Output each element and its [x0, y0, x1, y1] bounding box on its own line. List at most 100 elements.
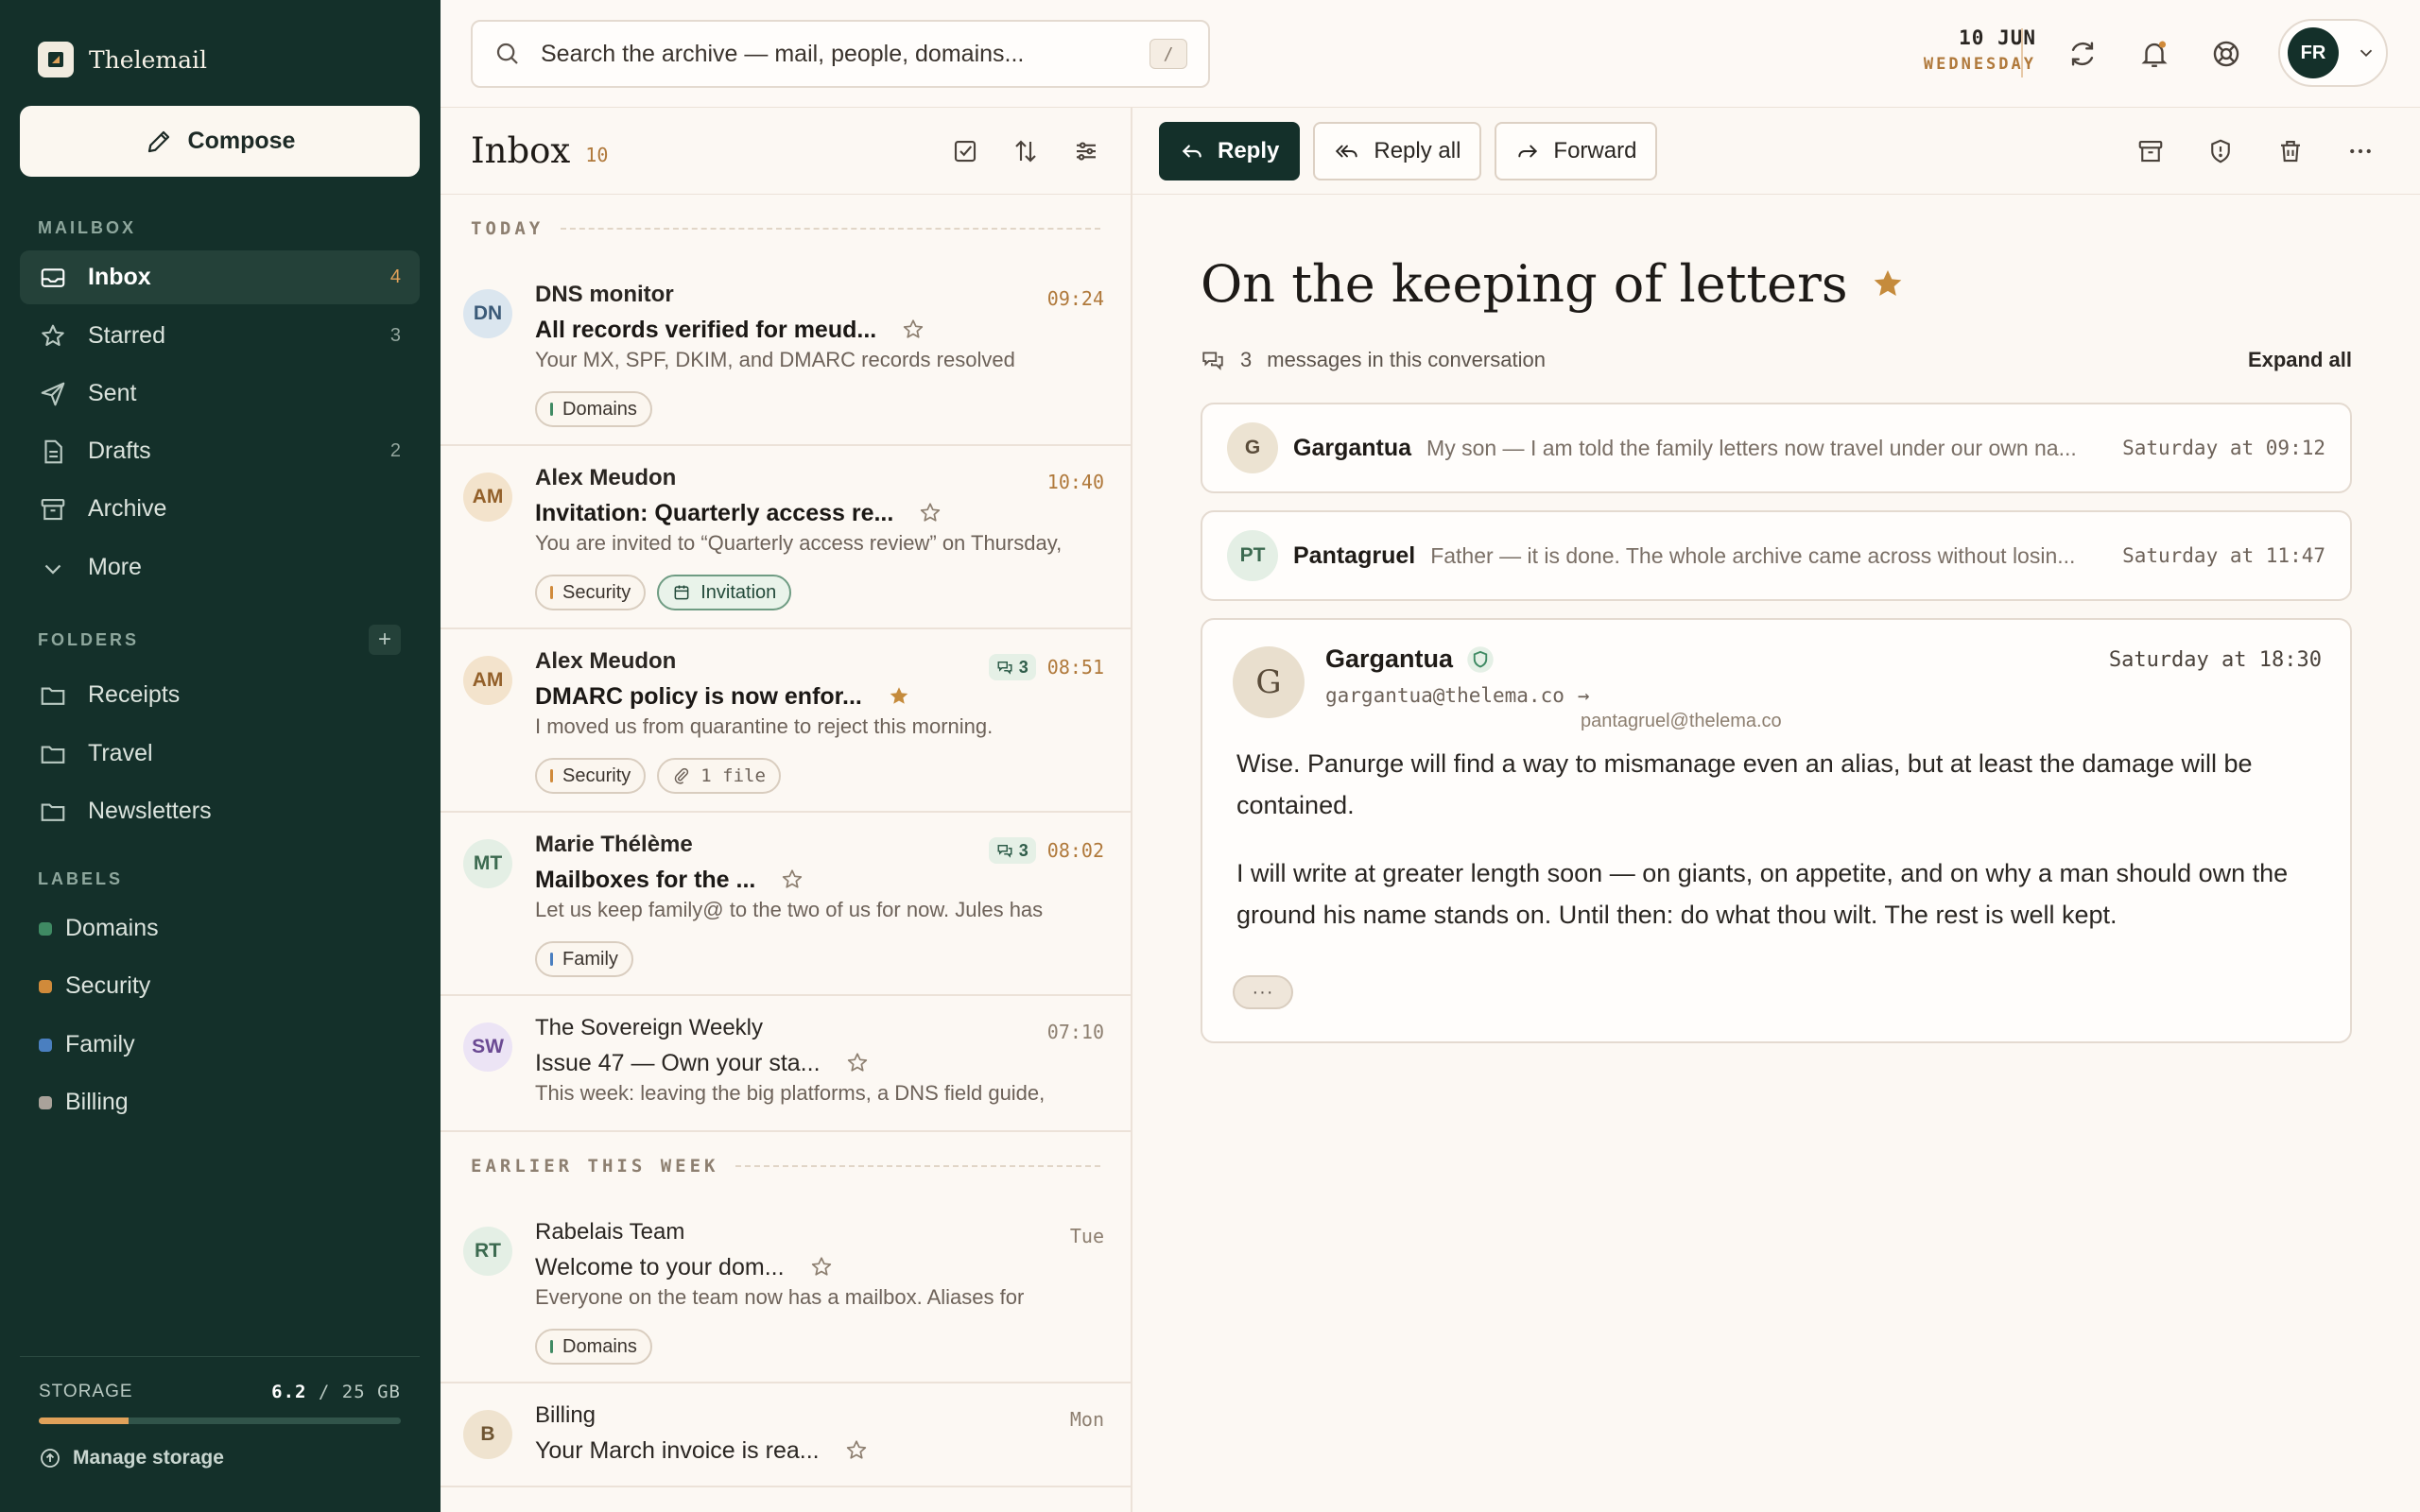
more-options-icon[interactable] [2346, 137, 2375, 165]
arrow-right-icon: → [1577, 684, 1590, 707]
folder-icon [39, 740, 67, 768]
show-trimmed-button[interactable]: ··· [1233, 975, 1293, 1009]
list-header: Inbox 10 [441, 108, 1131, 195]
message-row[interactable]: MT Marie Thélème 3 08:02 Mailboxes for t… [441, 813, 1131, 996]
sidebar-item-inbox[interactable]: Inbox 4 [20, 250, 420, 304]
item-count: 2 [389, 440, 401, 461]
reading-pane: Reply Reply all Forward On the keeping o… [1132, 108, 2420, 1512]
star-icon[interactable] [844, 1438, 869, 1463]
sidebar-item-starred[interactable]: Starred 3 [20, 309, 420, 363]
draft-icon [39, 438, 67, 466]
collapsed-message[interactable]: PT Pantagruel Father — it is done. The w… [1201, 510, 2352, 601]
label-color-dot [39, 979, 52, 993]
sidebar-label-billing[interactable]: Billing [20, 1075, 420, 1129]
sidebar-item-folder[interactable]: Travel [20, 727, 420, 781]
pencil-icon [145, 128, 173, 156]
star-icon[interactable] [780, 868, 804, 892]
mailbox-heading: MAILBOX [38, 218, 136, 237]
message-time-group: 07:10 [1047, 1021, 1104, 1043]
label-tag[interactable]: Security [535, 758, 647, 794]
help-button[interactable] [2204, 32, 2248, 76]
label-tag[interactable]: Domains [535, 1329, 652, 1365]
app-name: Thelemail [89, 45, 207, 74]
archive-icon[interactable] [2136, 137, 2165, 165]
sidebar-label-family[interactable]: Family [20, 1018, 420, 1072]
spam-shield-icon[interactable] [2206, 137, 2235, 165]
send-icon [39, 380, 67, 408]
message-time: Mon [1069, 1408, 1104, 1431]
star-icon[interactable] [901, 318, 925, 342]
sidebar-item-folder[interactable]: Receipts [20, 668, 420, 722]
label-tag[interactable]: Domains [535, 391, 652, 427]
attachment-tag[interactable]: 1 file [657, 758, 781, 794]
conversation-icon [996, 842, 1013, 859]
sidebar-item-archive[interactable]: Archive [20, 482, 420, 536]
star-icon[interactable] [809, 1255, 834, 1280]
reply-all-label: Reply all [1374, 137, 1461, 163]
message-row[interactable]: B Billing Mon Your March invoice is rea.… [441, 1383, 1131, 1487]
message-row[interactable]: DN DNS monitor 09:24 All records verifie… [441, 263, 1131, 446]
message-row[interactable]: SW The Sovereign Weekly 07:10 Issue 47 —… [441, 996, 1131, 1132]
search-input[interactable] [541, 40, 1131, 68]
account-menu-button[interactable]: FR [2278, 19, 2388, 87]
to-address: pantagruel@thelema.co [1581, 711, 1782, 731]
sender: Gargantua [1325, 644, 1495, 674]
list-count: 10 [585, 143, 609, 166]
label-tag[interactable]: Security [535, 575, 647, 610]
sidebar-label-security[interactable]: Security [20, 959, 420, 1013]
compose-button[interactable]: Compose [20, 106, 420, 177]
label-tag[interactable]: Family [535, 941, 633, 977]
message-subject: Your March invoice is rea... [535, 1436, 820, 1464]
notifications-button[interactable] [2133, 32, 2176, 76]
lifebuoy-icon [2210, 38, 2242, 70]
sidebar: Thelemail Compose MAILBOX Inbox 4 Starre… [0, 0, 441, 1512]
conversation-icon [1201, 348, 1225, 372]
trash-icon[interactable] [2276, 137, 2305, 165]
sidebar-item-sent[interactable]: Sent [20, 367, 420, 421]
avatar: FR [2288, 27, 2339, 78]
sidebar-item-label: Family [65, 1031, 135, 1057]
star-filled-icon[interactable] [1869, 266, 1907, 303]
add-folder-button[interactable]: + [369, 625, 401, 655]
sidebar-label-domains[interactable]: Domains [20, 902, 420, 955]
message-row[interactable]: RT Rabelais Team Tue Welcome to your dom… [441, 1200, 1131, 1383]
sender-name: Gargantua [1325, 644, 1454, 673]
message-time: 09:24 [1046, 287, 1104, 310]
expanded-message: G Gargantua gargantua@thelema.co → panta… [1201, 618, 2352, 1043]
sort-icon[interactable] [1011, 137, 1040, 165]
forward-button[interactable]: Forward [1495, 121, 1658, 180]
sidebar-item-label: Domains [65, 915, 159, 941]
message-row[interactable]: AM Alex Meudon 10:40 Invitation: Quarter… [441, 446, 1131, 629]
message-row[interactable]: AM Alex Meudon 3 08:51 DMARC policy is n… [441, 629, 1131, 813]
filter-icon[interactable] [1072, 137, 1100, 165]
search-box[interactable]: / [471, 20, 1210, 88]
expand-all-button[interactable]: Expand all [2248, 348, 2352, 372]
subject-title: On the keeping of letters [1201, 254, 1848, 314]
storage-meter: STORAGE 6.2 / 25 GB Manage storage [20, 1356, 420, 1469]
bell-icon [2138, 38, 2170, 70]
collapsed-message[interactable]: G Gargantua My son — I am told the famil… [1201, 403, 2352, 493]
list-body: TODAY DN DNS monitor 09:24 All records v… [441, 195, 1131, 1487]
manage-storage-link[interactable]: Manage storage [39, 1447, 401, 1469]
date-weekday: WEDNESDAY [1923, 55, 2036, 74]
star-filled-icon[interactable] [887, 684, 911, 709]
divider [2021, 28, 2023, 77]
sidebar-item-folder[interactable]: Newsletters [20, 784, 420, 838]
plus-icon: + [377, 627, 391, 652]
reply-button[interactable]: Reply [1159, 121, 1301, 180]
message-subject: Mailboxes for the ... [535, 866, 756, 893]
sidebar-item-more[interactable]: More [20, 541, 420, 594]
star-icon[interactable] [918, 501, 942, 525]
message-subject-line: DMARC policy is now enfor... [535, 679, 1104, 714]
brand[interactable]: Thelemail [38, 42, 207, 77]
message-preview: Let us keep family@ to the two of us for… [535, 898, 1044, 921]
label-color-mark [550, 769, 553, 782]
reply-all-button[interactable]: Reply all [1313, 121, 1482, 180]
select-all-icon[interactable] [951, 137, 979, 165]
invitation-tag[interactable]: Invitation [657, 575, 792, 610]
reply-icon [1180, 139, 1204, 163]
storage-amount: 6.2 / 25 GB [271, 1382, 401, 1402]
star-icon[interactable] [845, 1051, 870, 1075]
sidebar-item-drafts[interactable]: Drafts 2 [20, 424, 420, 478]
refresh-button[interactable] [2061, 32, 2104, 76]
